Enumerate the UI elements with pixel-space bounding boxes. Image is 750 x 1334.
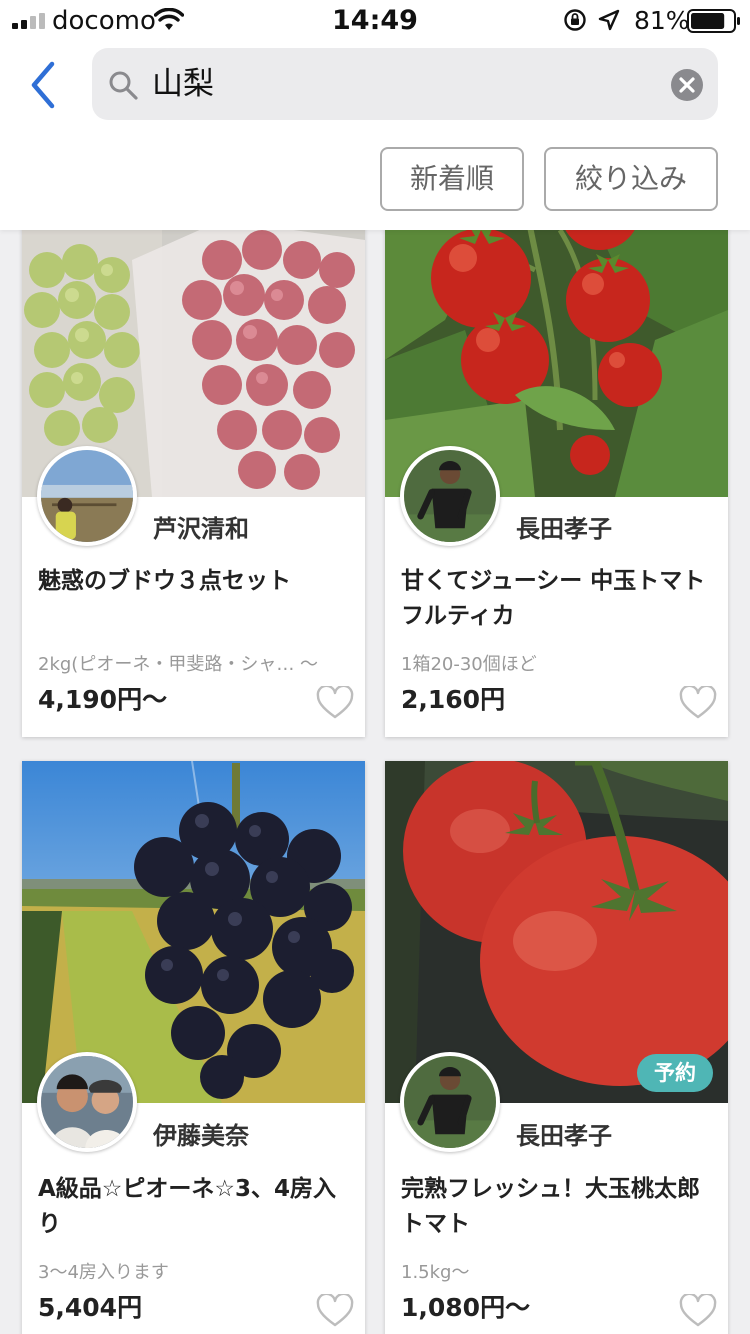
- product-price: 2,160円: [401, 685, 506, 714]
- sort-button[interactable]: 新着順: [380, 147, 524, 211]
- favorite-heart-icon[interactable]: [679, 686, 717, 720]
- producer-avatar[interactable]: [37, 1052, 137, 1152]
- product-photo-large-tomatoes: [385, 761, 728, 1103]
- battery-percent: 81%: [634, 6, 690, 35]
- favorite-heart-icon[interactable]: [316, 1294, 354, 1328]
- product-name: 完熟フレッシュ！大玉桃太郎トマト: [401, 1176, 700, 1237]
- producer-name: 伊藤美奈: [153, 1122, 249, 1150]
- product-name: 魅惑のブドウ３点セット: [38, 568, 291, 594]
- producer-name: 長田孝子: [516, 1122, 612, 1150]
- producer-name: 長田孝子: [516, 515, 612, 543]
- search-bar[interactable]: 山梨: [92, 48, 718, 120]
- battery-icon: [687, 9, 740, 33]
- search-input[interactable]: 山梨: [152, 60, 632, 108]
- producer-avatar[interactable]: [37, 446, 137, 546]
- product-card[interactable]: 芦沢清和 魅惑のブドウ３点セット 2kg(ピオーネ・甲斐路・シャ… ～ 4,19…: [22, 200, 365, 737]
- product-name: 甘くてジューシー 中玉トマト フルティカ: [401, 568, 706, 629]
- favorite-heart-icon[interactable]: [316, 686, 354, 720]
- product-price: 1,080円〜: [401, 1293, 531, 1322]
- producer-name: 芦沢清和: [153, 515, 249, 543]
- product-photo-pione-grapes: [22, 761, 365, 1103]
- product-description: 1.5kg〜: [401, 1262, 470, 1283]
- product-name: A級品☆ピオーネ☆3、4房入り: [38, 1176, 337, 1237]
- product-description: 1箱20-30個ほど: [401, 654, 537, 675]
- back-chevron-icon[interactable]: [24, 58, 64, 112]
- producer-avatar[interactable]: [400, 1052, 500, 1152]
- product-card[interactable]: 長田孝子 甘くてジューシー 中玉トマト フルティカ 1箱20-30個ほど 2,1…: [385, 200, 728, 737]
- product-description: 3〜4房入ります: [38, 1262, 169, 1283]
- producer-avatar[interactable]: [400, 446, 500, 546]
- search-header: 山梨 新着順 絞り込み: [0, 40, 750, 230]
- product-price: 4,190円〜: [38, 685, 168, 714]
- search-icon: [109, 71, 138, 100]
- rotation-lock-icon: [564, 9, 586, 31]
- reservation-badge: 予約: [637, 1054, 713, 1092]
- location-arrow-icon: [598, 9, 620, 31]
- product-description: 2kg(ピオーネ・甲斐路・シャ… ～: [38, 654, 319, 675]
- status-bar: docomo 14:49 81%: [0, 0, 750, 40]
- product-card[interactable]: 伊藤美奈 A級品☆ピオーネ☆3、4房入り 3〜4房入ります 5,404円: [22, 761, 365, 1334]
- product-price: 5,404円: [38, 1293, 143, 1322]
- product-card[interactable]: 予約 長田孝子 完熟フレッシュ！大玉桃太郎トマト 1.5kg〜 1,080円〜: [385, 761, 728, 1334]
- clear-icon[interactable]: [670, 68, 704, 102]
- favorite-heart-icon[interactable]: [679, 1294, 717, 1328]
- filter-button[interactable]: 絞り込み: [544, 147, 718, 211]
